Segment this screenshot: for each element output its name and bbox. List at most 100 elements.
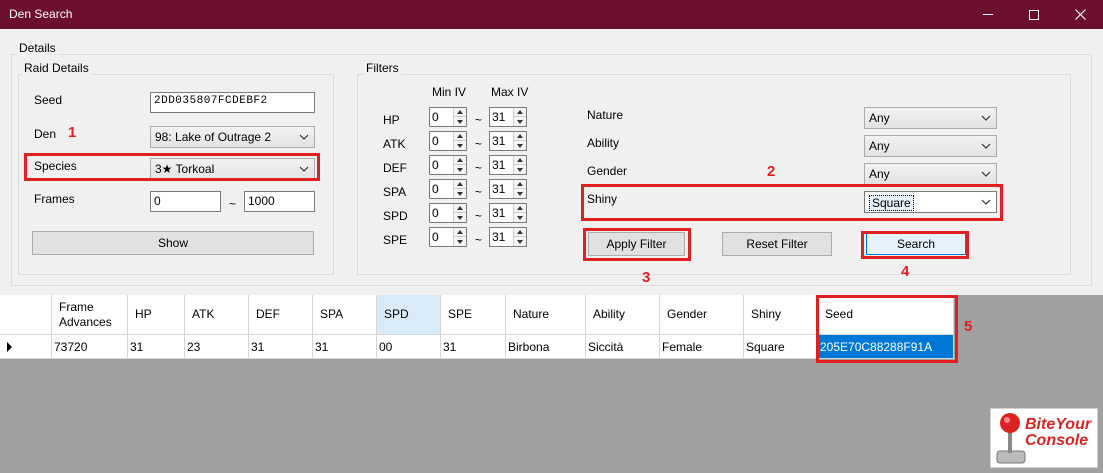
iv-tilde: ~	[475, 161, 483, 175]
spin-up-icon	[457, 182, 463, 186]
spinner-value: 31	[492, 134, 506, 148]
seed-input[interactable]: 2DD035807FCDEBF2	[150, 92, 315, 113]
spinner-updown[interactable]	[513, 180, 526, 198]
spin-down-icon	[457, 144, 463, 148]
column-header-spa[interactable]: SPA	[313, 295, 377, 335]
max-iv-spinner[interactable]: 31	[489, 227, 527, 247]
ability-select-value: Any	[869, 139, 890, 153]
column-header-frame-advances[interactable]: Frame Advances	[52, 295, 128, 335]
details-legend: Details	[17, 41, 58, 55]
annotation-box-4	[861, 231, 969, 259]
spinner-updown[interactable]	[513, 228, 526, 246]
column-header-spd[interactable]: SPD	[377, 295, 441, 335]
spinner-updown[interactable]	[513, 132, 526, 150]
frames-label: Frames	[34, 192, 75, 206]
table-cell[interactable]: 31	[249, 335, 313, 359]
table-cell[interactable]: 31	[313, 335, 377, 359]
spinner-updown[interactable]	[453, 156, 466, 174]
spin-down-icon	[457, 240, 463, 244]
min-iv-spinner[interactable]: 0	[429, 203, 467, 223]
spinner-updown[interactable]	[513, 204, 526, 222]
gender-select[interactable]: Any	[864, 163, 997, 185]
spinner-updown[interactable]	[453, 204, 466, 222]
spinner-updown[interactable]	[513, 156, 526, 174]
spinner-value: 31	[492, 158, 506, 172]
nature-label: Nature	[587, 108, 624, 122]
column-header-ability[interactable]: Ability	[586, 295, 660, 335]
column-header-gender[interactable]: Gender	[660, 295, 744, 335]
column-header-def[interactable]: DEF	[249, 295, 313, 335]
annotation-box-2	[581, 184, 1003, 221]
max-iv-spinner[interactable]: 31	[489, 107, 527, 127]
spin-up-icon	[457, 110, 463, 114]
column-header-spe[interactable]: SPE	[441, 295, 506, 335]
frames-tilde: ~	[229, 197, 237, 211]
nature-select[interactable]: Any	[864, 107, 997, 129]
current-row-icon	[7, 342, 12, 352]
table-cell[interactable]: Square	[744, 335, 818, 359]
spinner-value: 31	[492, 206, 506, 220]
max-iv-spinner[interactable]: 31	[489, 203, 527, 223]
iv-stat-label: SPE	[383, 233, 408, 247]
table-cell[interactable]: 00	[377, 335, 441, 359]
den-label: Den	[34, 127, 57, 141]
joystick-icon	[996, 413, 1026, 464]
min-iv-spinner[interactable]: 0	[429, 155, 467, 175]
table-cell[interactable]: Siccità	[586, 335, 660, 359]
spin-up-icon	[457, 134, 463, 138]
max-iv-spinner[interactable]: 31	[489, 155, 527, 175]
maximize-button[interactable]	[1011, 0, 1057, 29]
max-iv-spinner[interactable]: 31	[489, 131, 527, 151]
table-cell[interactable]: 31	[441, 335, 506, 359]
spinner-value: 0	[432, 206, 439, 220]
spinner-value: 0	[432, 230, 439, 244]
chevron-down-icon	[981, 115, 991, 121]
table-cell[interactable]: 73720	[52, 335, 128, 359]
table-cell[interactable]: 31	[128, 335, 185, 359]
close-button[interactable]	[1057, 0, 1103, 29]
spin-up-icon	[457, 230, 463, 234]
spinner-updown[interactable]	[453, 180, 466, 198]
column-header-shiny[interactable]: Shiny	[744, 295, 818, 335]
spinner-updown[interactable]	[513, 108, 526, 126]
spin-down-icon	[457, 168, 463, 172]
iv-tilde: ~	[475, 233, 483, 247]
spin-down-icon	[517, 120, 523, 124]
spin-down-icon	[457, 192, 463, 196]
spinner-updown[interactable]	[453, 228, 466, 246]
spin-down-icon	[517, 168, 523, 172]
minimize-button[interactable]	[965, 0, 1011, 29]
spin-up-icon	[517, 182, 523, 186]
max-iv-spinner[interactable]: 31	[489, 179, 527, 199]
spinner-value: 0	[432, 182, 439, 196]
ability-select[interactable]: Any	[864, 135, 997, 157]
reset-filter-button[interactable]: Reset Filter	[722, 232, 832, 256]
annotation-number-5: 5	[964, 318, 973, 335]
frames-to-input[interactable]: 1000	[244, 191, 315, 212]
min-iv-spinner[interactable]: 0	[429, 179, 467, 199]
table-cell[interactable]: Birbona	[506, 335, 586, 359]
iv-stat-label: HP	[383, 113, 400, 127]
spin-down-icon	[517, 192, 523, 196]
column-header-nature[interactable]: Nature	[506, 295, 586, 335]
min-iv-spinner[interactable]: 0	[429, 131, 467, 151]
spin-down-icon	[517, 144, 523, 148]
annotation-number-1: 1	[68, 124, 77, 141]
min-iv-spinner[interactable]: 0	[429, 227, 467, 247]
spinner-updown[interactable]	[453, 108, 466, 126]
frames-from-input[interactable]: 0	[150, 191, 221, 212]
min-iv-spinner[interactable]: 0	[429, 107, 467, 127]
raid-details-legend: Raid Details	[22, 61, 91, 75]
iv-tilde: ~	[475, 137, 483, 151]
show-button[interactable]: Show	[32, 231, 314, 255]
table-cell[interactable]: Female	[660, 335, 744, 359]
table-cell[interactable]: 23	[185, 335, 249, 359]
annotation-number-4: 4	[901, 263, 910, 280]
den-select[interactable]: 98: Lake of Outrage 2	[150, 126, 315, 148]
minimize-icon	[983, 14, 993, 15]
spinner-value: 0	[432, 158, 439, 172]
column-header-hp[interactable]: HP	[128, 295, 185, 335]
spinner-updown[interactable]	[453, 132, 466, 150]
row-header[interactable]	[0, 335, 52, 359]
column-header-atk[interactable]: ATK	[185, 295, 249, 335]
